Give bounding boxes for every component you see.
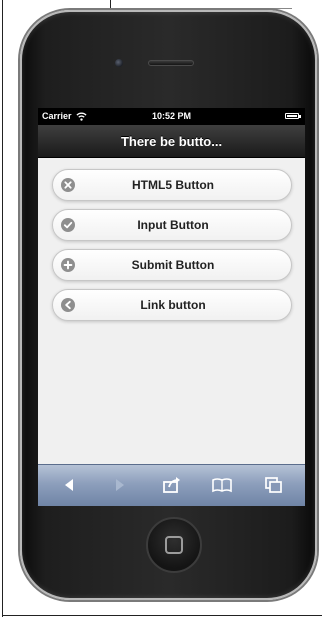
frame-left-line: [2, 0, 3, 617]
status-time: 10:52 PM: [151, 111, 192, 121]
button-list: HTML5 Button Input Button Submit Button …: [38, 158, 305, 464]
input-button[interactable]: Input Button: [52, 209, 292, 241]
status-bar: Carrier 10:52 PM: [38, 108, 305, 125]
share-icon[interactable]: [161, 475, 183, 495]
input-button-label: Input Button: [137, 218, 209, 232]
camera-icon: [115, 59, 123, 67]
submit-button[interactable]: Submit Button: [52, 249, 292, 281]
home-square-icon: [165, 536, 183, 554]
frame-bottom-line: [2, 615, 322, 616]
bookmarks-icon[interactable]: [211, 475, 233, 495]
phone-screen: Carrier 10:52 PM There be butto... HTML5…: [38, 108, 305, 506]
tabs-icon[interactable]: [262, 475, 284, 495]
submit-button-label: Submit Button: [131, 258, 215, 272]
page-title: There be butto...: [38, 125, 305, 158]
speaker-grille: [148, 60, 194, 66]
html5-button[interactable]: HTML5 Button: [52, 169, 292, 201]
forward-icon[interactable]: [109, 475, 131, 495]
battery-icon: [285, 113, 301, 119]
home-button[interactable]: [146, 517, 202, 573]
back-icon[interactable]: [58, 475, 80, 495]
link-button-label: Link button: [140, 298, 206, 312]
link-button[interactable]: Link button: [52, 289, 292, 321]
frame-tick-right: [232, 8, 292, 9]
html5-button-label: HTML5 Button: [132, 178, 214, 192]
browser-toolbar: [38, 464, 305, 506]
